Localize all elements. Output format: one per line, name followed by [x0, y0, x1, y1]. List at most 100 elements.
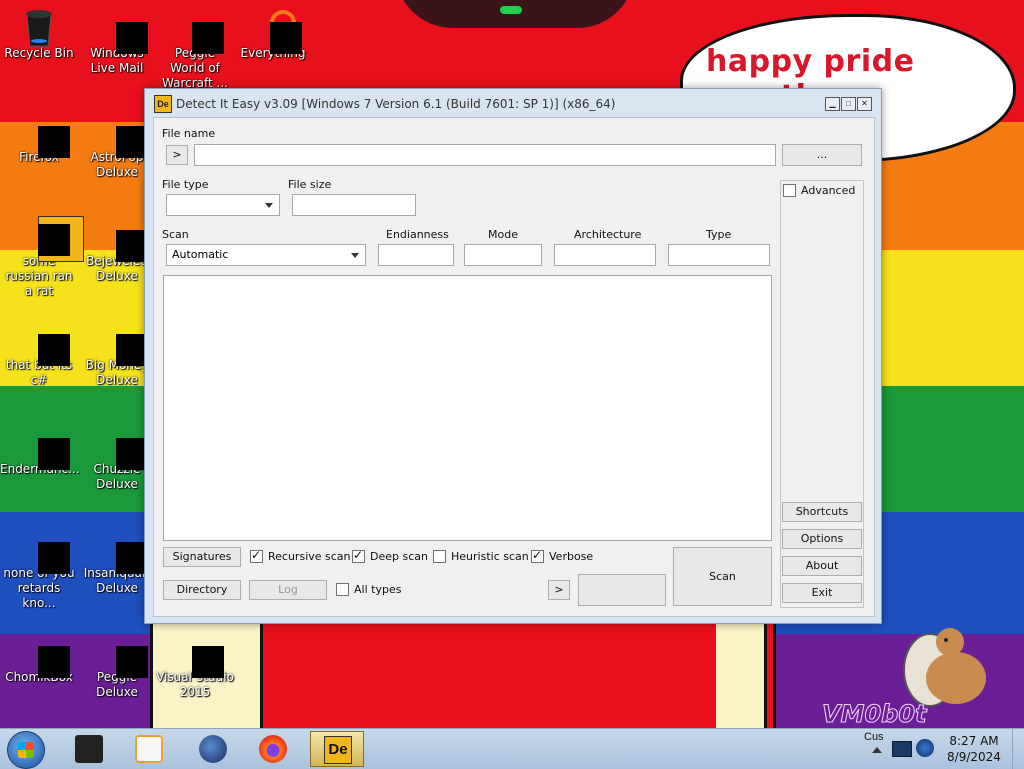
verbose-box[interactable]	[531, 548, 544, 563]
network-icon[interactable]	[892, 741, 912, 757]
app-icon	[22, 528, 70, 574]
mail-icon	[100, 8, 148, 54]
scan-results-area[interactable]	[163, 275, 772, 541]
taskbar-app-detect-it-easy[interactable]: De	[310, 731, 364, 767]
mode-field	[464, 244, 542, 266]
censor-box	[116, 22, 148, 54]
taskbar-app-explorer[interactable]	[62, 731, 116, 767]
gem-icon	[100, 216, 148, 262]
taskbar-app-media-player[interactable]	[122, 731, 176, 767]
desktop-icon-russian-rat[interactable]: some russian ran a rat	[0, 216, 84, 299]
heuristic-scan-checkbox[interactable]: Heuristic scan	[433, 550, 529, 563]
desktop-icon-everything[interactable]: Everything	[234, 8, 312, 61]
game-icon	[100, 112, 148, 158]
open-file-arrow-button[interactable]: >	[166, 145, 188, 165]
desktop-icon-peggle-deluxe[interactable]: Peggle Deluxe	[78, 632, 156, 700]
chevron-down-icon	[351, 253, 359, 258]
censor-box	[38, 126, 70, 158]
cartoon-eye	[500, 6, 522, 14]
verbose-label: Verbose	[549, 550, 594, 563]
recycle-bin-icon	[22, 8, 56, 47]
options-button[interactable]: Options	[782, 529, 862, 549]
close-button[interactable]: ✕	[857, 97, 872, 111]
deep-scan-label: Deep scan	[370, 550, 428, 563]
exit-button[interactable]: Exit	[782, 583, 862, 603]
type-field	[668, 244, 770, 266]
firefox-icon	[259, 735, 287, 763]
hamster-icon	[22, 632, 70, 678]
desktop-icon-peggle-wow[interactable]: Peggle World of Warcraft ...	[156, 8, 234, 91]
taskbar-app-firefox[interactable]	[246, 731, 300, 767]
verbose-checkbox[interactable]: Verbose	[531, 548, 594, 563]
censor-box	[38, 542, 70, 574]
firefox-icon	[22, 112, 70, 158]
desktop-icon-recycle-bin[interactable]: Recycle Bin	[0, 8, 78, 61]
file-name-input[interactable]	[194, 144, 776, 166]
die-app-icon: De	[154, 95, 172, 113]
show-hidden-icons-icon[interactable]	[872, 747, 882, 753]
type-label: Type	[706, 228, 732, 241]
scan-mode-dropdown[interactable]: Automatic	[166, 244, 366, 266]
endianness-field	[378, 244, 454, 266]
censor-box	[38, 438, 70, 470]
file-type-label: File type	[162, 178, 209, 191]
heuristic-scan-box[interactable]	[433, 550, 446, 563]
desktop-icon-chomikbox[interactable]: ChomikBox	[0, 632, 78, 685]
minimize-button[interactable]: ▁	[825, 97, 840, 111]
start-button[interactable]	[7, 731, 45, 769]
tray-text[interactable]: Cus	[864, 731, 884, 743]
censor-box	[192, 646, 224, 678]
die-app-icon: De	[324, 736, 352, 764]
cartoon-leg	[716, 620, 767, 728]
system-tray: Cus	[862, 729, 938, 769]
all-types-checkbox[interactable]: All types	[336, 583, 401, 596]
architecture-label: Architecture	[574, 228, 642, 241]
window-controls: ▁ □ ✕	[825, 97, 872, 111]
desktop-icon-windows-live-mail[interactable]: Windows Live Mail	[78, 8, 156, 76]
taskbar-app-browser[interactable]	[186, 731, 240, 767]
file-type-dropdown[interactable]	[166, 194, 280, 216]
recursive-scan-box[interactable]	[250, 548, 263, 563]
advanced-checkbox[interactable]: Advanced	[783, 184, 855, 197]
log-button[interactable]: Log	[249, 580, 327, 600]
desktop-icon-that-but-csharp[interactable]: that but its c#	[0, 320, 78, 388]
game-icon	[100, 632, 148, 678]
desktop-icon-none-of-you[interactable]: none of you retards kno...	[0, 528, 78, 611]
browse-button[interactable]: ...	[782, 144, 862, 166]
window-title: Detect It Easy v3.09 [Windows 7 Version …	[176, 97, 616, 111]
deep-scan-checkbox[interactable]: Deep scan	[352, 548, 428, 563]
desktop-icon-firefox[interactable]: Firefox	[0, 112, 78, 165]
desktop-icon-visual-studio[interactable]: Visual Studio 2015	[156, 632, 234, 700]
desktop-icon-label: Recycle Bin	[4, 46, 74, 60]
window-titlebar[interactable]: De Detect It Easy v3.09 [Windows 7 Versi…	[145, 89, 881, 117]
shortcuts-button[interactable]: Shortcuts	[782, 502, 862, 522]
clock[interactable]: 8:27 AM 8/9/2024	[938, 733, 1010, 765]
about-button[interactable]: About	[782, 556, 862, 576]
censor-box	[192, 22, 224, 54]
progress-box	[578, 574, 666, 606]
search-app-icon	[256, 8, 302, 54]
chevron-down-icon	[265, 203, 273, 208]
media-player-icon	[135, 735, 163, 763]
file-size-field	[292, 194, 416, 216]
maximize-button[interactable]: □	[841, 97, 856, 111]
censor-box	[116, 646, 148, 678]
all-types-box[interactable]	[336, 583, 349, 596]
clock-date: 8/9/2024	[947, 750, 1001, 764]
desktop-icon-endermanc[interactable]: Endermanc...	[0, 424, 80, 477]
show-desktop-button[interactable]	[1012, 729, 1024, 769]
terminal-icon	[75, 735, 103, 763]
scan-button[interactable]: Scan	[673, 547, 772, 606]
signatures-button[interactable]: Signatures	[163, 547, 241, 567]
fish-icon	[100, 528, 148, 574]
recursive-scan-checkbox[interactable]: Recursive scan	[250, 548, 351, 563]
next-arrow-button[interactable]: >	[548, 580, 570, 600]
advanced-checkbox-box[interactable]	[783, 184, 796, 197]
censor-box	[38, 334, 70, 366]
money-icon	[100, 320, 148, 366]
censor-box	[270, 22, 302, 54]
volume-icon[interactable]	[916, 739, 934, 757]
deep-scan-box[interactable]	[352, 548, 365, 563]
clock-time: 8:27 AM	[949, 734, 999, 748]
directory-button[interactable]: Directory	[163, 580, 241, 600]
